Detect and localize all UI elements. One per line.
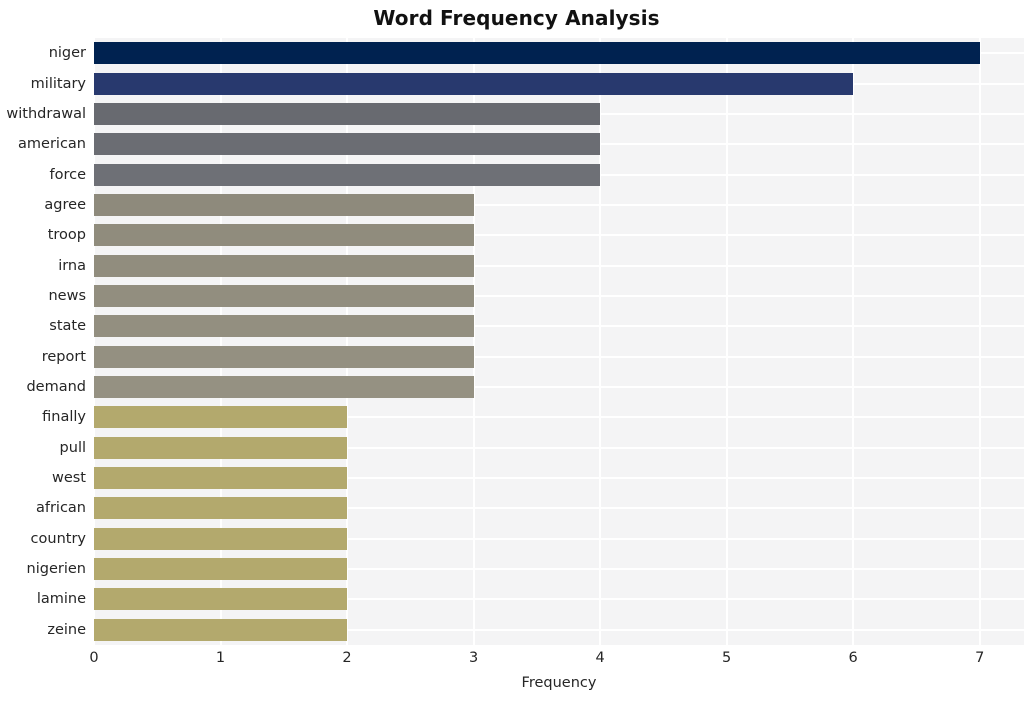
x-tick-label-0: 0 bbox=[89, 650, 99, 666]
y-tick-label-military: military bbox=[30, 75, 86, 92]
y-tick-label-state: state bbox=[49, 318, 86, 335]
bar bbox=[94, 42, 980, 65]
y-tick-label-pull: pull bbox=[59, 439, 86, 456]
x-gridline bbox=[219, 38, 222, 645]
x-gridline bbox=[599, 38, 602, 645]
bar bbox=[94, 406, 348, 429]
y-tick-label-finally: finally bbox=[42, 409, 86, 426]
x-gridline bbox=[978, 38, 981, 645]
bar bbox=[94, 497, 348, 520]
bar bbox=[94, 467, 348, 490]
x-gridline bbox=[725, 38, 728, 645]
x-gridline bbox=[94, 38, 95, 645]
y-tick-label-news: news bbox=[48, 287, 86, 304]
y-tick-label-force: force bbox=[49, 166, 86, 183]
bar bbox=[94, 102, 601, 125]
bar bbox=[94, 163, 601, 186]
plot-area bbox=[94, 38, 1024, 645]
y-tick-label-american: american bbox=[18, 136, 86, 153]
y-tick-label-country: country bbox=[30, 530, 86, 547]
x-tick-label-7: 7 bbox=[975, 650, 985, 666]
y-tick-label-agree: agree bbox=[44, 196, 86, 213]
bar bbox=[94, 254, 474, 277]
y-tick-label-demand: demand bbox=[26, 379, 86, 396]
y-tick-label-lamine: lamine bbox=[36, 591, 86, 608]
bar bbox=[94, 527, 348, 550]
bar bbox=[94, 376, 474, 399]
x-tick-label-4: 4 bbox=[595, 650, 605, 666]
bar bbox=[94, 558, 348, 581]
x-axis-tick-labels: 0 1 2 3 4 5 6 7 bbox=[0, 650, 1033, 672]
bar bbox=[94, 193, 474, 216]
y-tick-label-nigerien: nigerien bbox=[26, 561, 86, 578]
bar bbox=[94, 345, 474, 368]
x-tick-label-2: 2 bbox=[342, 650, 352, 666]
y-tick-label-withdrawal: withdrawal bbox=[6, 105, 86, 122]
bar bbox=[94, 315, 474, 338]
bar bbox=[94, 618, 348, 641]
y-tick-label-report: report bbox=[41, 348, 86, 365]
bar bbox=[94, 284, 474, 307]
x-axis-title: Frequency bbox=[521, 675, 597, 691]
y-tick-label-west: west bbox=[51, 470, 86, 487]
bar bbox=[94, 133, 601, 156]
x-gridline bbox=[346, 38, 349, 645]
x-tick-label-3: 3 bbox=[468, 650, 479, 666]
bar bbox=[94, 72, 854, 95]
bar bbox=[94, 224, 474, 247]
x-tick-label-5: 5 bbox=[722, 650, 732, 666]
y-tick-label-zeine: zeine bbox=[47, 621, 86, 638]
y-tick-label-troop: troop bbox=[47, 227, 86, 244]
x-gridline bbox=[852, 38, 855, 645]
bar bbox=[94, 588, 348, 611]
x-gridline bbox=[472, 38, 475, 645]
bar bbox=[94, 436, 348, 459]
x-tick-label-1: 1 bbox=[215, 650, 226, 666]
chart-figure: Word Frequency Analysis niger military wit… bbox=[0, 0, 1033, 701]
y-tick-label-irna: irna bbox=[58, 257, 86, 274]
chart-title: Word Frequency Analysis bbox=[373, 6, 660, 30]
y-axis-tick-labels: niger military withdrawal american force agre… bbox=[0, 38, 86, 645]
x-tick-label-6: 6 bbox=[848, 650, 858, 666]
y-tick-label-niger: niger bbox=[48, 45, 86, 62]
y-tick-label-african: african bbox=[35, 500, 86, 517]
